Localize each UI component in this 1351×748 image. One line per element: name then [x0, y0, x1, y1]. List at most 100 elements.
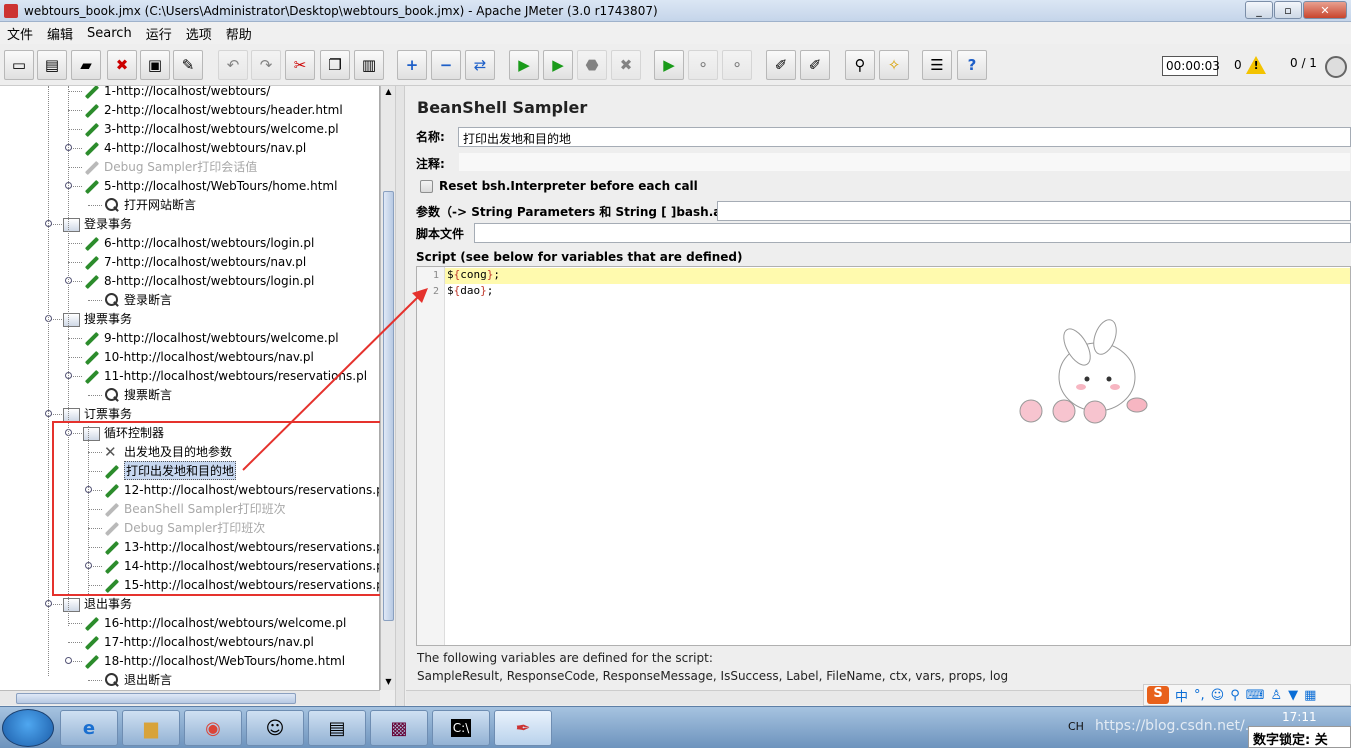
shutdown-icon[interactable]: ✖	[611, 50, 641, 80]
tree-horizontal-scrollbar[interactable]	[0, 690, 380, 705]
tree-sampler-node[interactable]: 16-http://localhost/webtours/welcome.pl	[82, 613, 346, 632]
undo-icon[interactable]: ↶	[218, 50, 248, 80]
ime-toolbar[interactable]: S 中 °, ☺ ⚲ ⌨ ♙ ▼ ▦	[1143, 684, 1351, 706]
scroll-down-arrow-icon[interactable]: ▼	[383, 677, 394, 689]
stop-icon[interactable]: ⬣	[577, 50, 607, 80]
tree-assertion-node[interactable]: 退出断言	[102, 670, 172, 689]
warning-indicator[interactable]: 0	[1234, 56, 1266, 74]
ie-icon[interactable]: e	[60, 710, 118, 746]
clear-icon[interactable]: ✐	[766, 50, 796, 80]
tree-controller-node[interactable]: 退出事务	[62, 594, 132, 613]
chrome-icon[interactable]: ◉	[184, 710, 242, 746]
tree-scroll-thumb[interactable]	[383, 191, 394, 621]
tree-assertion-node[interactable]: 打开网站断言	[102, 195, 196, 214]
clear-all-icon[interactable]: ✐	[800, 50, 830, 80]
test-plan-tree[interactable]: 1-http://localhost/webtours/2-http://loc…	[0, 86, 380, 690]
tree-sampler-node[interactable]: 17-http://localhost/webtours/nav.pl	[82, 632, 314, 651]
tree-sampler-node[interactable]: 3-http://localhost/webtours/welcome.pl	[82, 119, 339, 138]
remote-engine-icon[interactable]	[1325, 56, 1347, 78]
tree-assertion-node[interactable]: 搜票断言	[102, 385, 172, 404]
tree-sampler-node[interactable]: 2-http://localhost/webtours/header.html	[82, 100, 343, 119]
paste-icon[interactable]: ▥	[354, 50, 384, 80]
start-no-pause-icon[interactable]: ▶	[543, 50, 573, 80]
expand-icon[interactable]: +	[397, 50, 427, 80]
emoji-icon[interactable]: ☺	[1211, 688, 1225, 703]
script-line[interactable]: ${dao};	[445, 284, 1350, 300]
remote-shutdown-icon[interactable]: ⚬	[722, 50, 752, 80]
close-icon[interactable]: ✖	[107, 50, 137, 80]
scroll-up-arrow-icon[interactable]: ▲	[383, 87, 394, 99]
new-icon[interactable]: ▭	[4, 50, 34, 80]
sogou-logo-icon[interactable]: S	[1147, 686, 1169, 704]
search-icon[interactable]: ⚲	[845, 50, 875, 80]
language-indicator[interactable]: CH	[1068, 720, 1084, 733]
tree-sampler-node[interactable]: 18-http://localhost/WebTours/home.html	[82, 651, 345, 670]
maximize-button[interactable]: ▫	[1274, 1, 1302, 19]
menu-run[interactable]: 运行	[139, 24, 179, 43]
reset-interpreter-checkbox[interactable]	[420, 179, 433, 193]
smiley-icon[interactable]: ☺	[246, 710, 304, 746]
tree-hscroll-thumb[interactable]	[16, 693, 296, 704]
tree-vertical-scrollbar[interactable]: ▲ ▼	[380, 86, 395, 690]
menu-help[interactable]: 帮助	[219, 24, 259, 43]
split-pane-divider[interactable]	[395, 86, 405, 706]
remote-start-icon[interactable]: ▶	[654, 50, 684, 80]
close-window-button[interactable]: ✕	[1303, 1, 1347, 19]
tree-sampler-node[interactable]: 8-http://localhost/webtours/login.pl	[82, 271, 314, 290]
script-editor[interactable]: 1 2 ${cong}; ${dao};	[416, 266, 1351, 646]
tools-icon[interactable]: ▦	[1304, 688, 1316, 703]
notepad-icon[interactable]: ▤	[308, 710, 366, 746]
toggle-icon[interactable]: ⇄	[465, 50, 495, 80]
copy-icon[interactable]: ❐	[320, 50, 350, 80]
reset-interpreter-row[interactable]: Reset bsh.Interpreter before each call	[420, 179, 698, 193]
minimize-button[interactable]: _	[1245, 1, 1273, 19]
jmeter-feather-icon[interactable]: ✒	[494, 710, 552, 746]
punctuation-icon[interactable]: °,	[1194, 688, 1205, 703]
save-icon[interactable]: ▣	[140, 50, 170, 80]
remote-stop-icon[interactable]: ⚬	[688, 50, 718, 80]
function-helper-icon[interactable]: ☰	[922, 50, 952, 80]
reset-search-icon[interactable]: ✧	[879, 50, 909, 80]
tree-assertion-node[interactable]: 登录断言	[102, 290, 172, 309]
menu-edit[interactable]: 编辑	[40, 24, 80, 43]
templates-icon[interactable]: ▤	[37, 50, 67, 80]
collapse-icon[interactable]: −	[431, 50, 461, 80]
save-as-icon[interactable]: ✎	[173, 50, 203, 80]
tree-controller-node[interactable]: 登录事务	[62, 214, 132, 233]
tree-sampler-node[interactable]: 6-http://localhost/webtours/login.pl	[82, 233, 314, 252]
script-file-label: 脚本文件	[416, 227, 465, 241]
explorer-icon[interactable]: ▆	[122, 710, 180, 746]
tree-sampler-node[interactable]: 4-http://localhost/webtours/nav.pl	[82, 138, 306, 157]
cmd-icon[interactable]: C:\	[432, 710, 490, 746]
menu-search[interactable]: Search	[80, 26, 139, 41]
open-icon[interactable]: ▰	[71, 50, 101, 80]
clock[interactable]: 17:11	[1282, 710, 1317, 724]
script-file-field[interactable]	[474, 223, 1351, 243]
tree-expand-toggle[interactable]	[65, 657, 72, 664]
start-icon[interactable]: ▶	[509, 50, 539, 80]
tree-sampler-node[interactable]: 7-http://localhost/webtours/nav.pl	[82, 252, 306, 271]
redo-icon[interactable]: ↷	[251, 50, 281, 80]
params-field[interactable]	[717, 201, 1351, 221]
eclipse-icon[interactable]: ▩	[370, 710, 428, 746]
voice-icon[interactable]: ⚲	[1230, 688, 1240, 703]
tree-controller-node[interactable]: 搜票事务	[62, 309, 132, 328]
script-line[interactable]: ${cong};	[445, 268, 1350, 284]
menu-options[interactable]: 选项	[179, 24, 219, 43]
menu-file[interactable]: 文件	[0, 24, 40, 43]
tree-sampler-node[interactable]: Debug Sampler打印会话值	[82, 157, 257, 176]
tree-sampler-node[interactable]: 9-http://localhost/webtours/welcome.pl	[82, 328, 339, 347]
tree-sampler-node[interactable]: 1-http://localhost/webtours/	[82, 86, 270, 100]
keyboard-icon[interactable]: ⌨	[1246, 688, 1265, 703]
comment-field[interactable]	[458, 152, 1351, 172]
name-field[interactable]: 打印出发地和目的地	[458, 127, 1351, 147]
tree-sampler-node[interactable]: 11-http://localhost/webtours/reservation…	[82, 366, 367, 385]
skin-icon[interactable]: ▼	[1288, 688, 1298, 703]
start-button[interactable]	[2, 709, 54, 747]
tree-sampler-node[interactable]: 5-http://localhost/WebTours/home.html	[82, 176, 337, 195]
cut-icon[interactable]: ✂	[285, 50, 315, 80]
tree-sampler-node[interactable]: 10-http://localhost/webtours/nav.pl	[82, 347, 314, 366]
ime-mode[interactable]: 中	[1175, 686, 1188, 705]
user-icon[interactable]: ♙	[1271, 688, 1283, 703]
help-icon[interactable]: ?	[957, 50, 987, 80]
